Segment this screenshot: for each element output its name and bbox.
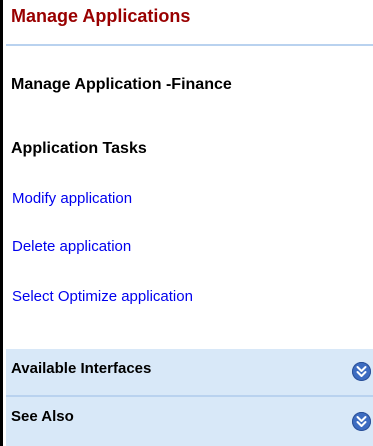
delete-application-link[interactable]: Delete application [12, 238, 131, 255]
title-divider [6, 44, 373, 46]
application-title: Manage Application -Finance [11, 76, 232, 93]
double-chevron-down-icon[interactable] [352, 362, 371, 381]
double-chevron-down-icon[interactable] [352, 412, 371, 431]
see-also-section[interactable]: See Also [6, 397, 373, 446]
select-optimize-application-link[interactable]: Select Optimize application [12, 288, 193, 305]
available-interfaces-section[interactable]: Available Interfaces [6, 349, 373, 395]
panel-title: Manage Applications [11, 6, 191, 26]
see-also-label: See Also [11, 408, 74, 425]
available-interfaces-label: Available Interfaces [11, 360, 152, 377]
application-tasks-heading: Application Tasks [11, 140, 147, 157]
modify-application-link[interactable]: Modify application [12, 190, 132, 207]
manage-applications-panel: Manage Applications Manage Application -… [3, 0, 373, 446]
